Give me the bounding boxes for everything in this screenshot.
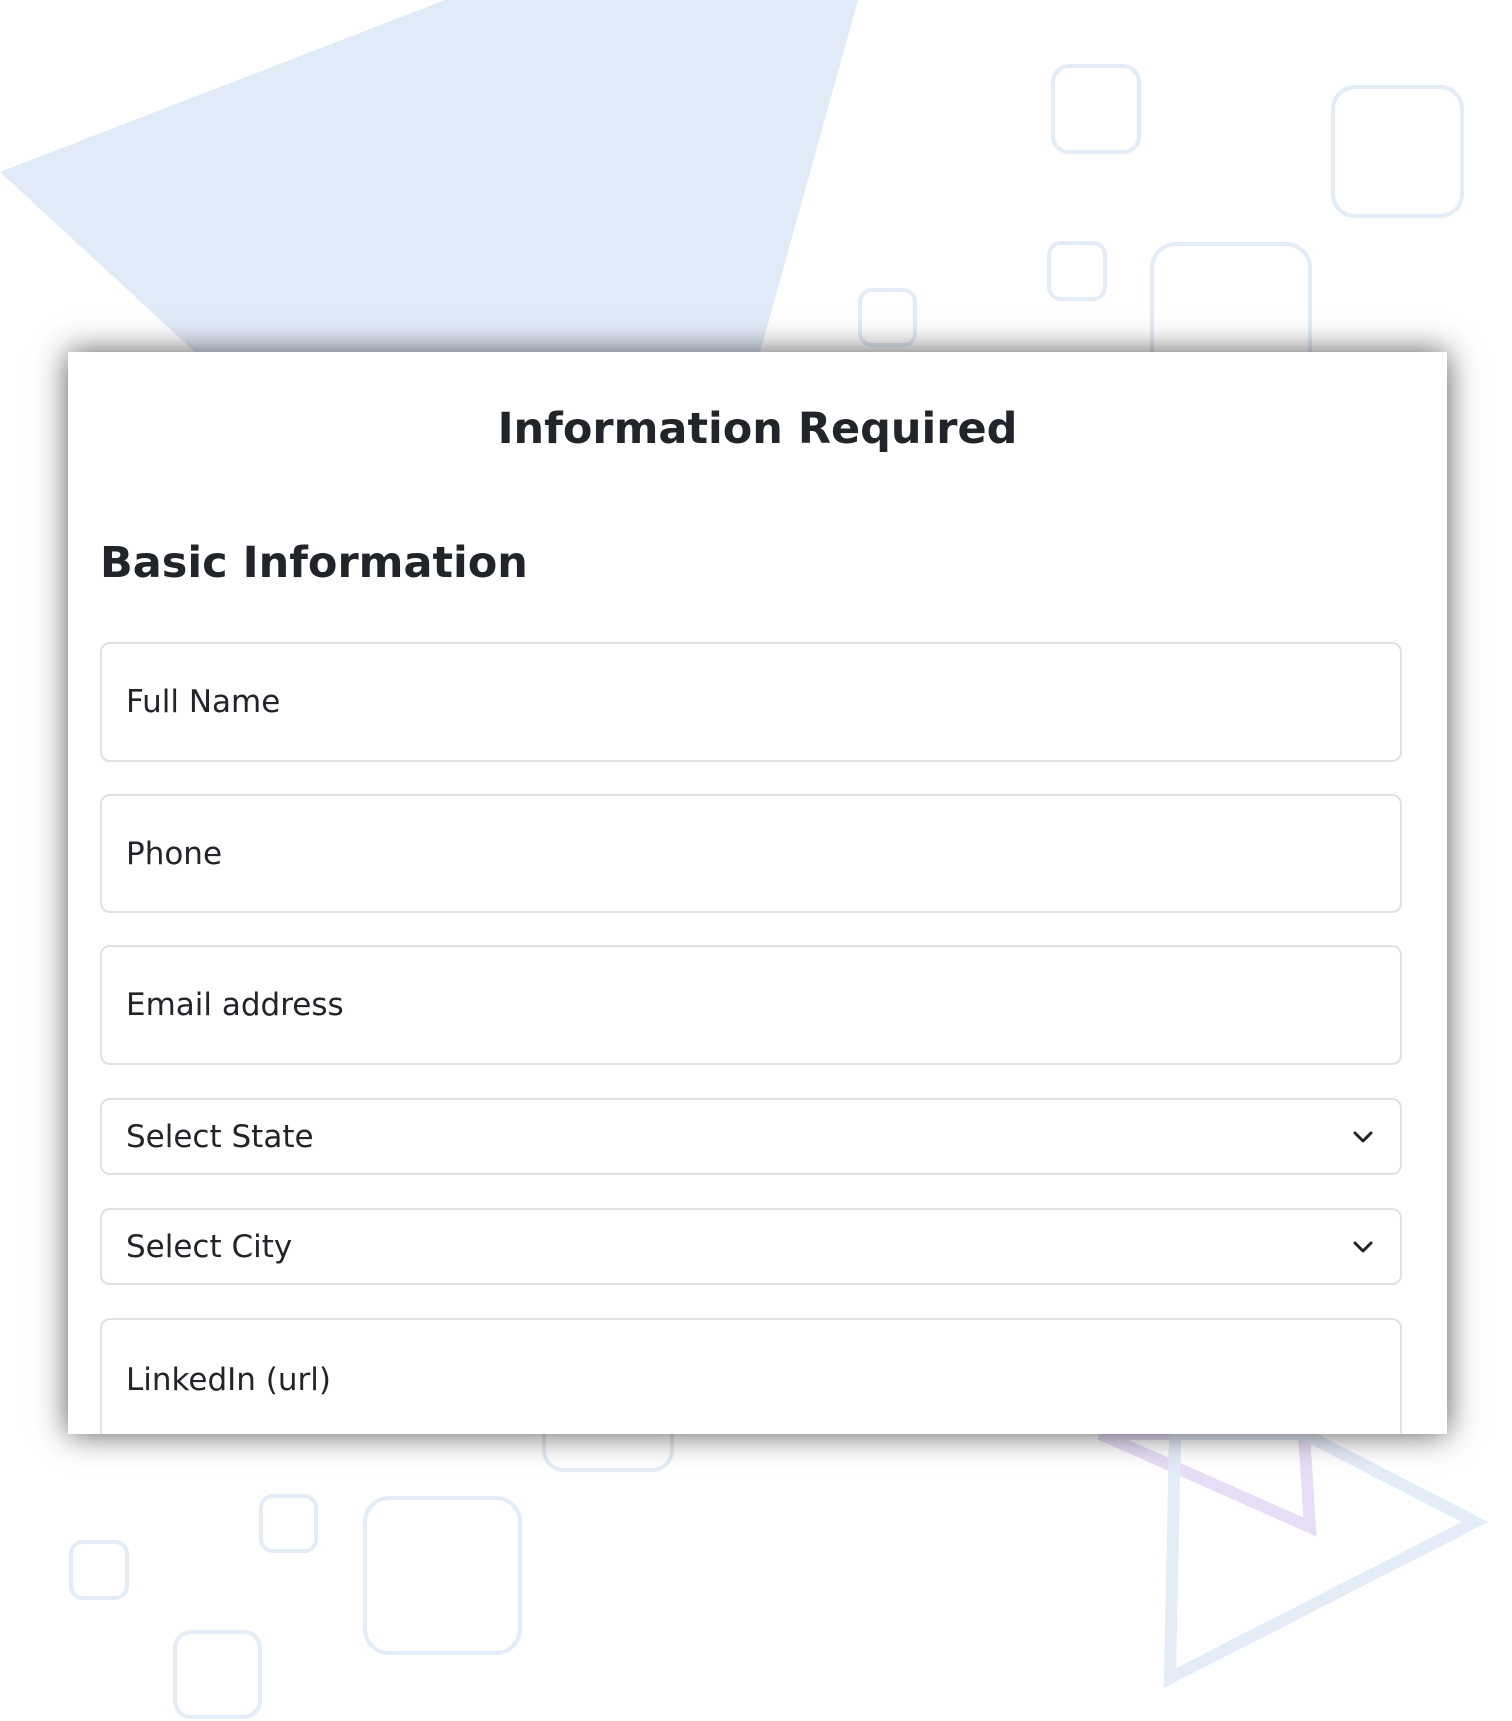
background-square — [363, 1496, 522, 1655]
background-square — [858, 288, 917, 347]
background-square — [1047, 241, 1107, 301]
linkedin-placeholder: LinkedIn (url) — [126, 1362, 331, 1398]
information-modal: Information Required Basic Information F… — [68, 352, 1447, 1434]
modal-title: Information Required — [497, 404, 1018, 454]
background-square — [1051, 64, 1141, 154]
phone-input[interactable]: Phone — [100, 794, 1402, 913]
background-square — [69, 1540, 129, 1600]
state-select-value: Select State — [126, 1118, 314, 1155]
full-name-placeholder: Full Name — [126, 684, 281, 720]
city-select-value: Select City — [126, 1228, 293, 1265]
city-select[interactable]: Select City — [100, 1208, 1402, 1285]
background-square — [1331, 85, 1464, 218]
background-triangle — [0, 0, 858, 352]
phone-placeholder: Phone — [126, 835, 223, 872]
section-title: Basic Information — [100, 538, 528, 588]
full-name-input[interactable]: Full Name — [100, 642, 1402, 762]
linkedin-input[interactable]: LinkedIn (url) — [100, 1318, 1402, 1434]
chevron-down-icon — [1353, 1131, 1373, 1142]
email-input[interactable]: Email address — [100, 945, 1402, 1065]
background-triangle-outline — [1097, 1428, 1317, 1537]
background-square — [259, 1494, 318, 1553]
background-triangle-outline — [1163, 1428, 1489, 1688]
background-square — [173, 1630, 262, 1719]
state-select[interactable]: Select State — [100, 1098, 1402, 1175]
email-placeholder: Email address — [126, 987, 344, 1023]
chevron-down-icon — [1353, 1241, 1373, 1252]
